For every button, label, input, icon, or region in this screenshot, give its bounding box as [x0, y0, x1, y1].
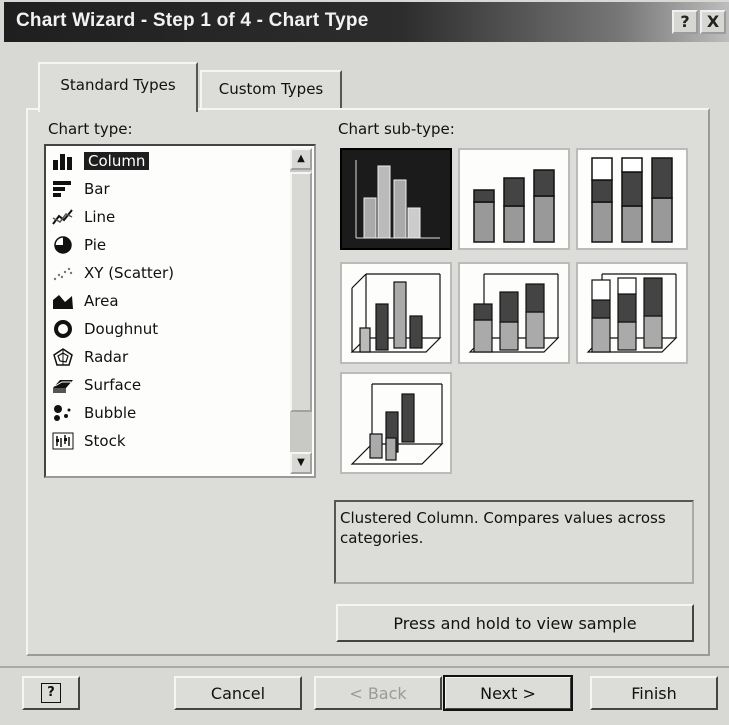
list-item-label: Stock: [84, 432, 126, 450]
line-chart-icon: [52, 208, 74, 226]
next-button[interactable]: Next >: [443, 675, 573, 711]
stacked-column-icon: [473, 169, 555, 243]
list-item-xy-scatter[interactable]: XY (Scatter): [52, 260, 284, 286]
scroll-thumb[interactable]: [290, 172, 312, 412]
subtype-stacked-column[interactable]: [458, 148, 570, 250]
list-item-radar[interactable]: Radar: [52, 344, 284, 370]
bar-chart-icon: [52, 180, 74, 198]
radar-chart-icon: [52, 348, 74, 366]
list-item-column[interactable]: Column: [52, 148, 284, 174]
list-item-label: Pie: [84, 236, 107, 254]
3d-100-stacked-column-icon: [586, 273, 678, 353]
subtype-100-stacked-column[interactable]: [576, 148, 688, 250]
scatter-chart-icon: [52, 264, 74, 282]
bubble-chart-icon: [52, 404, 74, 422]
chart-type-scrollbar[interactable]: ▲ ▼: [290, 148, 312, 474]
doughnut-chart-icon: [52, 320, 74, 338]
stock-chart-icon: [52, 432, 74, 450]
scroll-down-button[interactable]: ▼: [290, 452, 312, 474]
list-item-area[interactable]: Area: [52, 288, 284, 314]
area-chart-icon: [52, 292, 74, 310]
list-item-doughnut[interactable]: Doughnut: [52, 316, 284, 342]
close-button[interactable]: X: [700, 10, 726, 34]
list-item-stock[interactable]: Stock: [52, 428, 284, 454]
list-item-pie[interactable]: Pie: [52, 232, 284, 258]
title-bar: Chart Wizard - Step 1 of 4 - Chart Type …: [4, 2, 729, 42]
list-item-line[interactable]: Line: [52, 204, 284, 230]
list-item-label: Column: [84, 152, 150, 170]
list-item-label: Radar: [84, 348, 129, 366]
scroll-up-button[interactable]: ▲: [290, 148, 312, 170]
view-sample-button[interactable]: Press and hold to view sample: [336, 604, 694, 642]
subtype-3d-column[interactable]: [340, 372, 452, 474]
window-title: Chart Wizard - Step 1 of 4 - Chart Type: [16, 10, 369, 31]
list-item-label: Bar: [84, 180, 110, 198]
pie-chart-icon: [52, 236, 74, 254]
tab-custom-types[interactable]: Custom Types: [200, 70, 342, 108]
list-item-label: Doughnut: [84, 320, 159, 338]
list-item-bubble[interactable]: Bubble: [52, 400, 284, 426]
3d-column-icon: [350, 383, 444, 465]
chart-subtype-label: Chart sub-type:: [338, 120, 455, 138]
clustered-column-icon: [355, 160, 440, 239]
list-item-label: Area: [84, 292, 119, 310]
3d-stacked-column-icon: [468, 273, 560, 353]
subtype-clustered-column[interactable]: [340, 148, 452, 250]
100-stacked-column-icon: [591, 157, 673, 243]
list-item-bar[interactable]: Bar: [52, 176, 284, 202]
office-assistant-button[interactable]: ?: [22, 676, 80, 710]
cancel-button[interactable]: Cancel: [174, 676, 302, 710]
chart-type-label: Chart type:: [48, 120, 133, 138]
finish-button[interactable]: Finish: [590, 676, 718, 710]
list-item-label: Bubble: [84, 404, 137, 422]
tab-standard-types[interactable]: Standard Types: [38, 62, 198, 112]
list-item-label: XY (Scatter): [84, 264, 175, 282]
3d-clustered-column-icon: [350, 273, 442, 353]
surface-chart-icon: [52, 376, 74, 394]
help-icon: ?: [41, 683, 61, 703]
list-item-label: Line: [84, 208, 116, 226]
footer-divider: [0, 666, 729, 668]
list-item-label: Surface: [84, 376, 142, 394]
chart-type-list[interactable]: Column Bar Line Pie XY (Scatter) Area Do…: [44, 144, 316, 478]
column-chart-icon: [52, 152, 74, 170]
list-item-surface[interactable]: Surface: [52, 372, 284, 398]
subtype-3d-stacked-column[interactable]: [458, 262, 570, 364]
back-button[interactable]: < Back: [314, 676, 442, 710]
subtype-3d-100-stacked-column[interactable]: [576, 262, 688, 364]
subtype-description: Clustered Column. Compares values across…: [334, 500, 694, 584]
subtype-3d-clustered-column[interactable]: [340, 262, 452, 364]
help-title-button[interactable]: ?: [672, 10, 698, 34]
